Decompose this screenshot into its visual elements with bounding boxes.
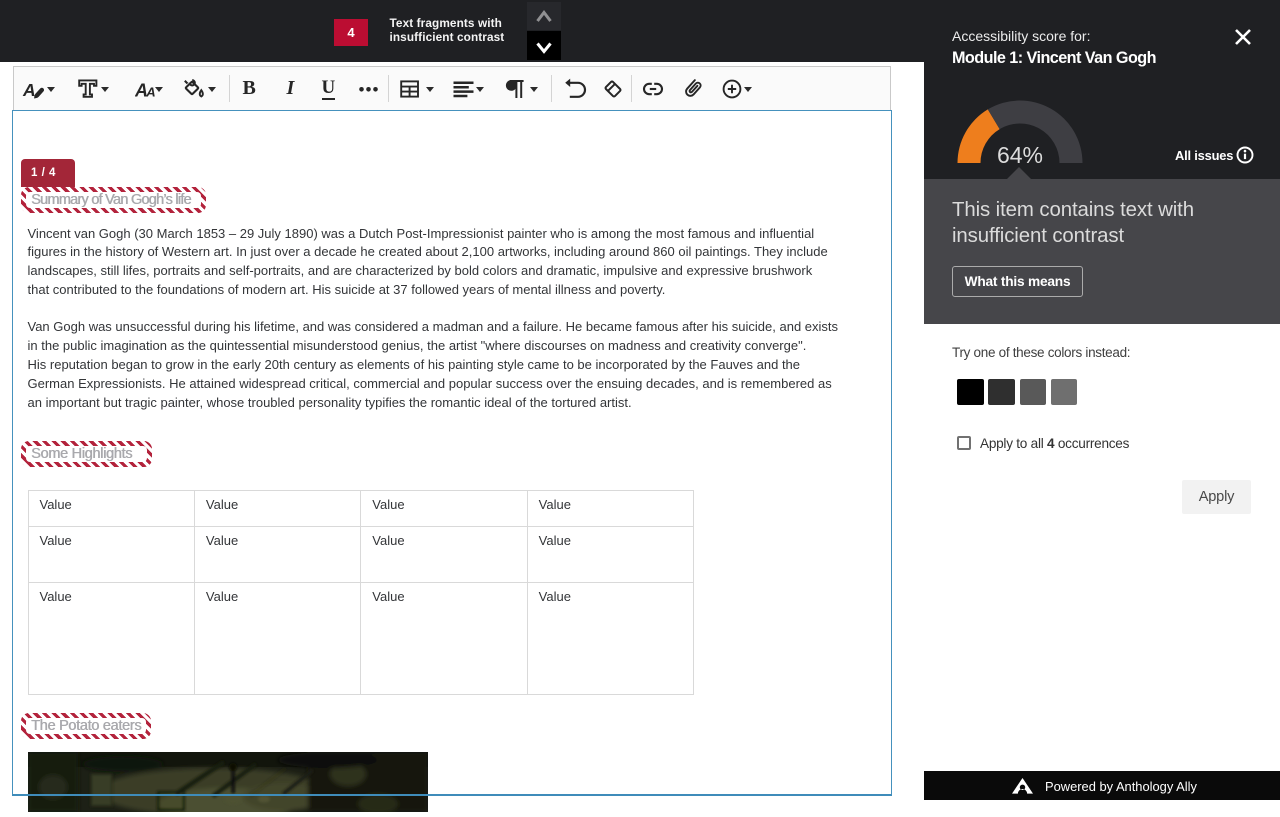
svg-text:A: A — [22, 80, 36, 100]
